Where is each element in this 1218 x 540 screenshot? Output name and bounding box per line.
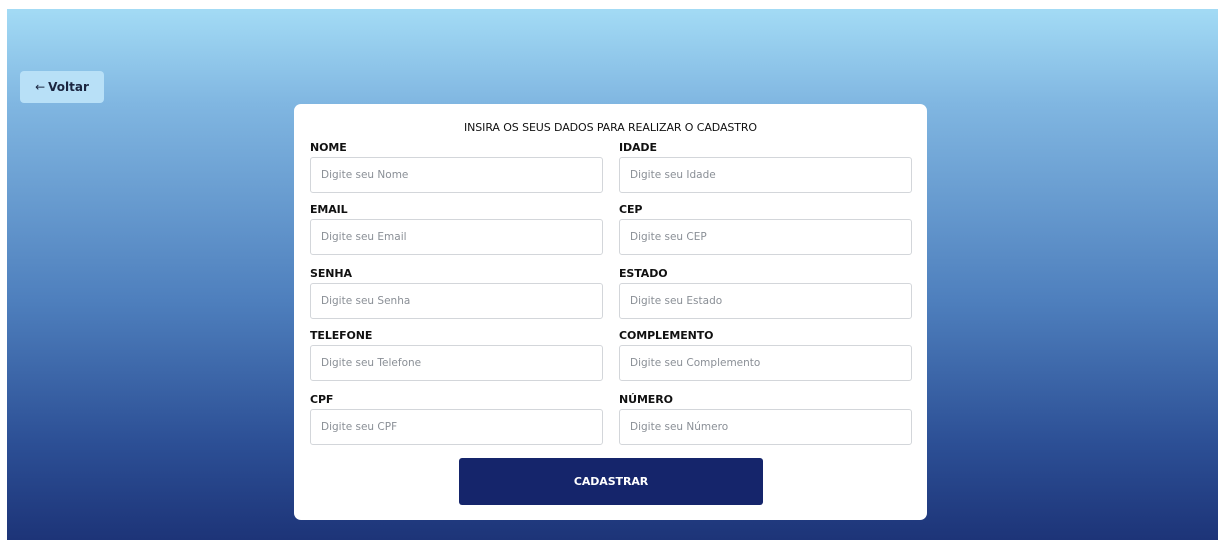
registration-form: INSIRA OS SEUS DADOS PARA REALIZAR O CAD… — [294, 104, 927, 520]
cadastrar-button[interactable]: CADASTRAR — [459, 458, 763, 505]
telefone-input[interactable] — [310, 345, 603, 381]
numero-input[interactable] — [619, 409, 912, 445]
nome-field-group: NOME — [310, 140, 603, 193]
idade-field-group: IDADE — [619, 140, 912, 193]
telefone-field-group: TELEFONE — [310, 328, 603, 381]
nome-input[interactable] — [310, 157, 603, 193]
arrow-left-icon: ← — [35, 80, 46, 94]
numero-label: NÚMERO — [619, 393, 673, 406]
estado-input[interactable] — [619, 283, 912, 319]
idade-input[interactable] — [619, 157, 912, 193]
page-background: ← Voltar INSIRA OS SEUS DADOS PARA REALI… — [7, 9, 1218, 540]
senha-input[interactable] — [310, 283, 603, 319]
nome-label: NOME — [310, 141, 347, 154]
email-field-group: EMAIL — [310, 202, 603, 255]
estado-label: ESTADO — [619, 267, 668, 280]
idade-label: IDADE — [619, 141, 657, 154]
email-input[interactable] — [310, 219, 603, 255]
senha-field-group: SENHA — [310, 266, 603, 319]
complemento-field-group: COMPLEMENTO — [619, 328, 912, 381]
telefone-label: TELEFONE — [310, 329, 373, 342]
email-label: EMAIL — [310, 203, 348, 216]
cep-input[interactable] — [619, 219, 912, 255]
estado-field-group: ESTADO — [619, 266, 912, 319]
cpf-label: CPF — [310, 393, 334, 406]
numero-field-group: NÚMERO — [619, 392, 912, 445]
form-title: INSIRA OS SEUS DADOS PARA REALIZAR O CAD… — [464, 121, 757, 134]
senha-label: SENHA — [310, 267, 352, 280]
cep-label: CEP — [619, 203, 643, 216]
back-button-label: Voltar — [48, 80, 89, 94]
cpf-input[interactable] — [310, 409, 603, 445]
back-button[interactable]: ← Voltar — [20, 71, 104, 103]
complemento-input[interactable] — [619, 345, 912, 381]
complemento-label: COMPLEMENTO — [619, 329, 714, 342]
cep-field-group: CEP — [619, 202, 912, 255]
cpf-field-group: CPF — [310, 392, 603, 445]
